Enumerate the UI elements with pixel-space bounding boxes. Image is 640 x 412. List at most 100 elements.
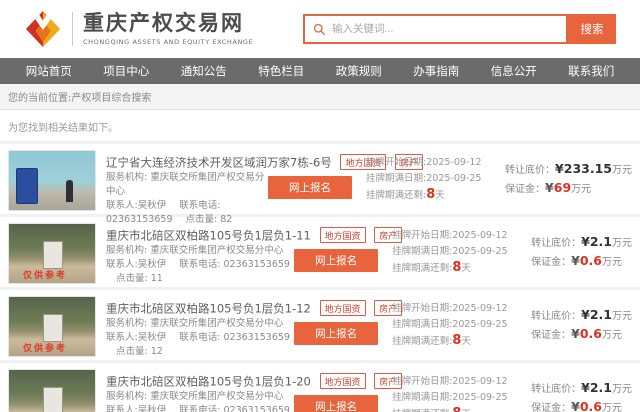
phone-label: 联系电话: xyxy=(179,332,220,343)
remaining-label: 挂牌期满还剩: xyxy=(392,336,452,347)
price-unit: 万元 xyxy=(612,238,632,249)
thumbnail-booth-shape xyxy=(43,314,63,342)
phone-label: 联系电话: xyxy=(179,200,220,211)
nav-item-guide[interactable]: 办事指南 xyxy=(413,63,459,79)
deposit-unit: 万元 xyxy=(602,403,622,412)
remaining-label: 挂牌期满还剩: xyxy=(392,263,452,274)
price-label: 转让底价： xyxy=(531,311,581,322)
thumbnail-watermark: 仅供参考 xyxy=(23,268,67,281)
agency-value: 重庆联交所集团产权交易分中心 xyxy=(150,391,283,402)
price-value: 233.15 xyxy=(564,161,612,176)
price-currency: ¥ xyxy=(555,161,564,176)
tag-badge-state-owned: 地方国资 xyxy=(320,227,366,243)
start-date-value: 2025-09-12 xyxy=(452,303,507,314)
days-unit: 天 xyxy=(461,263,471,274)
clicks-label: 点击量: xyxy=(116,346,148,357)
contact-value: 吴秋伊 xyxy=(138,332,167,343)
days-left-value: 8 xyxy=(426,187,435,202)
listing-title[interactable]: 重庆市北碚区双柏路105号负1层负1-12 xyxy=(106,302,311,316)
start-date-label: 挂牌开始日期: xyxy=(366,157,426,168)
apply-button[interactable]: 网上报名 xyxy=(294,249,378,272)
end-date-value: 2025-09-25 xyxy=(452,319,507,330)
deposit-label: 保证金： xyxy=(531,330,571,341)
nav-item-contact[interactable]: 联系我们 xyxy=(568,63,614,79)
search-button[interactable]: 搜索 xyxy=(568,14,616,44)
thumbnail-booth-shape xyxy=(43,387,63,412)
start-date-value: 2025-09-12 xyxy=(452,376,507,387)
thumbnail-booth-shape xyxy=(43,241,63,269)
price-label: 转让底价： xyxy=(531,238,581,249)
results-summary: 为您找到相关结果如下。 xyxy=(0,110,640,141)
end-date-label: 挂牌期满日期: xyxy=(392,392,452,403)
apply-button[interactable]: 网上报名 xyxy=(294,322,378,345)
end-date-value: 2025-09-25 xyxy=(452,246,507,257)
agency-label: 服务机构: xyxy=(106,318,147,329)
nav-item-disclosure[interactable]: 信息公开 xyxy=(491,63,537,79)
logo-diamond-icon xyxy=(24,10,62,48)
apply-button[interactable]: 网上报名 xyxy=(268,176,352,199)
listing-title[interactable]: 辽宁省大连经济技术开发区域润万家7栋-6号 xyxy=(106,156,332,170)
apply-button[interactable]: 网上报名 xyxy=(294,395,378,412)
site-logo[interactable]: 重庆产权交易网 CHONGQING ASSETS AND EQUITY EXCH… xyxy=(24,10,253,48)
end-date-label: 挂牌期满日期: xyxy=(392,246,452,257)
tag-badge-state-owned: 地方国资 xyxy=(320,373,366,389)
deposit-currency: ¥ xyxy=(571,399,580,412)
listing-thumbnail[interactable]: 仅供参考 xyxy=(8,223,96,284)
phone-label: 联系电话: xyxy=(179,259,220,270)
deposit-label: 保证金： xyxy=(505,184,545,195)
nav-item-projects[interactable]: 项目中心 xyxy=(103,63,149,79)
deposit-label: 保证金： xyxy=(531,403,571,412)
price-label: 转让底价： xyxy=(505,165,555,176)
listing-thumbnail[interactable]: 仅供参考 xyxy=(8,296,96,357)
contact-label: 联系人: xyxy=(106,332,138,343)
deposit-currency: ¥ xyxy=(571,253,580,268)
agency-value: 重庆联交所集团产权交易分中心 xyxy=(150,245,283,256)
search-box xyxy=(303,14,568,44)
nav-item-featured[interactable]: 特色栏目 xyxy=(258,63,304,79)
phone-value: 02363153659 xyxy=(223,332,290,343)
deposit-value: 0.6 xyxy=(580,326,602,341)
price-currency: ¥ xyxy=(581,307,590,322)
logo-divider xyxy=(72,12,73,46)
deposit-currency: ¥ xyxy=(545,180,554,195)
price-unit: 万元 xyxy=(612,384,632,395)
deposit-unit: 万元 xyxy=(602,257,622,268)
logo-subtitle: CHONGQING ASSETS AND EQUITY EXCHANGE xyxy=(83,38,253,46)
deposit-unit: 万元 xyxy=(602,330,622,341)
remaining-label: 挂牌期满还剩: xyxy=(366,190,426,201)
end-date-value: 2025-09-25 xyxy=(426,173,481,184)
site-header: 重庆产权交易网 CHONGQING ASSETS AND EQUITY EXCH… xyxy=(0,0,640,58)
listing-thumbnail[interactable]: 仅供参考 xyxy=(8,369,96,412)
listing-thumbnail[interactable] xyxy=(8,150,96,211)
days-unit: 天 xyxy=(435,190,445,201)
results-panel: 为您找到相关结果如下。 辽宁省大连经济技术开发区域润万家7栋-6号 地方国资 房… xyxy=(0,110,640,412)
contact-value: 吴秋伊 xyxy=(138,259,167,270)
deposit-currency: ¥ xyxy=(571,326,580,341)
price-unit: 万元 xyxy=(612,311,632,322)
start-date-value: 2025-09-12 xyxy=(426,157,481,168)
start-date-label: 挂牌开始日期: xyxy=(392,376,452,387)
thumbnail-person-shape xyxy=(66,180,73,202)
contact-label: 联系人: xyxy=(106,259,138,270)
start-date-label: 挂牌开始日期: xyxy=(392,303,452,314)
end-date-label: 挂牌期满日期: xyxy=(366,173,426,184)
days-unit: 天 xyxy=(461,336,471,347)
tag-badge-state-owned: 地方国资 xyxy=(320,300,366,316)
deposit-label: 保证金： xyxy=(531,257,571,268)
search-icon xyxy=(313,23,326,36)
listing-row: 仅供参考 重庆市北碚区双柏路105号负1层负1-11 地方国资 房产 服务机构:… xyxy=(0,214,640,287)
nav-item-policies[interactable]: 政策规则 xyxy=(336,63,382,79)
logo-title: 重庆产权交易网 xyxy=(83,12,253,35)
nav-item-notices[interactable]: 通知公告 xyxy=(181,63,227,79)
remaining-label: 挂牌期满还剩: xyxy=(392,409,452,412)
price-value: 2.1 xyxy=(590,234,612,249)
search-input[interactable] xyxy=(332,23,566,35)
agency-label: 服务机构: xyxy=(106,245,147,256)
nav-item-home[interactable]: 网站首页 xyxy=(26,63,72,79)
price-currency: ¥ xyxy=(581,380,590,395)
listing-title[interactable]: 重庆市北碚区双柏路105号负1层负1-20 xyxy=(106,375,311,389)
listing-title[interactable]: 重庆市北碚区双柏路105号负1层负1-11 xyxy=(106,229,311,243)
agency-value: 重庆联交所集团产权交易分中心 xyxy=(150,318,283,329)
contact-value: 吴秋伊 xyxy=(138,200,167,211)
agency-label: 服务机构: xyxy=(106,391,147,402)
